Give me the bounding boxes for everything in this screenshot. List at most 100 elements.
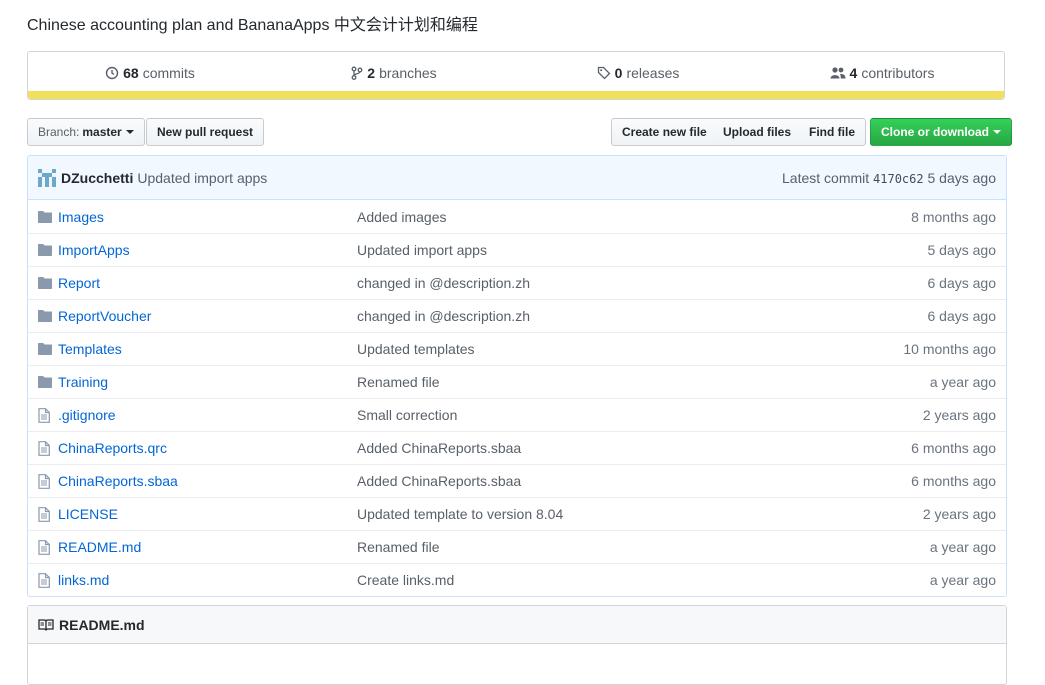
file-name-link[interactable]: README.md	[58, 539, 357, 555]
file-name-link[interactable]: ImportApps	[58, 242, 357, 258]
file-age: a year ago	[929, 572, 996, 588]
file-commit-message[interactable]: Create links.md	[357, 572, 930, 588]
latest-commit-info: Latest commit 4170c62 5 days ago	[782, 170, 996, 186]
branch-prefix: Branch:	[38, 125, 80, 139]
chevron-down-icon	[993, 130, 1001, 134]
branch-icon	[351, 66, 363, 80]
file-commit-message[interactable]: Renamed file	[357, 539, 930, 555]
file-age: 6 months ago	[911, 440, 996, 456]
commits-label: commits	[142, 65, 195, 81]
contributors-count: 4	[849, 65, 858, 81]
contributors-label: contributors	[861, 65, 935, 81]
file-commit-message[interactable]: Small correction	[357, 407, 923, 423]
branches-count: 2	[367, 65, 376, 81]
file-age: a year ago	[929, 539, 996, 555]
folder-icon	[38, 341, 54, 357]
folder-icon	[38, 308, 54, 324]
commit-author[interactable]: DZucchetti	[61, 170, 133, 186]
file-row: ChinaReports.sbaa Added ChinaReports.sbaa…	[28, 464, 1006, 497]
upload-files-button[interactable]: Upload files	[713, 118, 803, 146]
branch-select-button[interactable]: Branch: master	[27, 118, 145, 146]
file-commit-message[interactable]: Added ChinaReports.sbaa	[357, 473, 911, 489]
file-row: ChinaReports.qrc Added ChinaReports.sbaa 6…	[28, 431, 1006, 464]
file-icon	[38, 539, 54, 555]
file-age: 6 days ago	[927, 275, 997, 291]
chevron-down-icon	[125, 130, 134, 134]
file-commit-message[interactable]: changed in @description.zh	[357, 308, 928, 324]
readme-box: README.md	[27, 605, 1007, 685]
file-row: Templates Updated templates 10 months ago	[28, 332, 1006, 365]
branches-label: branches	[379, 65, 437, 81]
contributors-link[interactable]: 4 contributors	[760, 65, 1004, 81]
tag-icon	[597, 66, 611, 80]
file-icon	[38, 407, 54, 423]
file-commit-message[interactable]: Updated template to version 8.04	[357, 506, 923, 522]
commit-sha[interactable]: 4170c62	[873, 172, 924, 186]
people-icon	[830, 67, 846, 79]
file-row: README.md Renamed file a year ago	[28, 530, 1006, 563]
book-icon	[38, 618, 54, 631]
file-rows: Images Added images 8 months ago ImportApps…	[28, 200, 1006, 596]
file-row: ImportApps Updated import apps 5 days ago	[28, 233, 1006, 266]
repo-description: Chinese accounting plan and BananaApps 中…	[27, 17, 478, 34]
file-age: 5 days ago	[927, 242, 997, 258]
file-icon	[38, 506, 54, 522]
file-list: DZucchetti Updated import apps Latest co…	[27, 155, 1007, 597]
file-commit-message[interactable]: Renamed file	[357, 374, 930, 390]
latest-commit-bar: DZucchetti Updated import apps Latest co…	[28, 156, 1006, 200]
releases-link[interactable]: 0 releases	[516, 65, 760, 81]
file-commit-message[interactable]: Updated templates	[357, 341, 903, 357]
file-age: 10 months ago	[903, 341, 996, 357]
file-age: 6 months ago	[911, 473, 996, 489]
branches-link[interactable]: 2 branches	[272, 65, 516, 81]
file-row: Training Renamed file a year ago	[28, 365, 1006, 398]
file-name-link[interactable]: ChinaReports.qrc	[58, 440, 357, 456]
file-age: 6 days ago	[927, 308, 997, 324]
history-icon	[105, 66, 119, 80]
file-name-link[interactable]: .gitignore	[58, 407, 357, 423]
file-commit-message[interactable]: Updated import apps	[357, 242, 928, 258]
repo-summary: 68 commits 2 branches 0 releases 4 contr…	[27, 51, 1005, 100]
file-row: ReportVoucher changed in @description.zh 6…	[28, 299, 1006, 332]
commit-message[interactable]: Updated import apps	[137, 170, 267, 186]
folder-icon	[38, 275, 54, 291]
file-row: LICENSE Updated template to version 8.04 2…	[28, 497, 1006, 530]
folder-icon	[38, 209, 54, 225]
file-commit-message[interactable]: changed in @description.zh	[357, 275, 928, 291]
commits-link[interactable]: 68 commits	[28, 65, 272, 81]
file-row: links.md Create links.md a year ago	[28, 563, 1006, 596]
file-commit-message[interactable]: Added images	[357, 209, 911, 225]
file-name-link[interactable]: ReportVoucher	[58, 308, 357, 324]
folder-icon	[38, 374, 54, 390]
releases-count: 0	[614, 65, 623, 81]
language-bar[interactable]	[28, 91, 1004, 99]
file-icon	[38, 440, 54, 456]
commits-count: 68	[123, 65, 139, 81]
commit-age: 5 days ago	[927, 169, 997, 186]
file-name-link[interactable]: links.md	[58, 572, 357, 588]
file-age: a year ago	[929, 374, 996, 390]
find-file-button[interactable]: Find file	[799, 118, 866, 146]
file-name-link[interactable]: Templates	[58, 341, 357, 357]
file-commit-message[interactable]: Added ChinaReports.sbaa	[357, 440, 911, 456]
file-row: Report changed in @description.zh 6 days a…	[28, 266, 1006, 299]
file-row: Images Added images 8 months ago	[28, 200, 1006, 233]
file-icon	[38, 572, 54, 588]
create-new-file-button[interactable]: Create new file	[611, 118, 718, 146]
clone-or-download-button[interactable]: Clone or download	[870, 118, 1012, 146]
avatar[interactable]	[38, 168, 56, 187]
file-icon	[38, 473, 54, 489]
file-row: .gitignore Small correction 2 years ago	[28, 398, 1006, 431]
file-name-link[interactable]: Images	[58, 209, 357, 225]
branch-name: master	[82, 125, 122, 139]
file-name-link[interactable]: Report	[58, 275, 357, 291]
folder-icon	[38, 242, 54, 258]
readme-header: README.md	[28, 606, 1006, 644]
file-age: 2 years ago	[922, 407, 996, 423]
file-name-link[interactable]: Training	[58, 374, 357, 390]
releases-label: releases	[626, 65, 680, 81]
file-name-link[interactable]: ChinaReports.sbaa	[58, 473, 357, 489]
file-name-link[interactable]: LICENSE	[58, 506, 357, 522]
new-pull-request-button[interactable]: New pull request	[146, 118, 265, 146]
file-age: 2 years ago	[922, 506, 996, 522]
